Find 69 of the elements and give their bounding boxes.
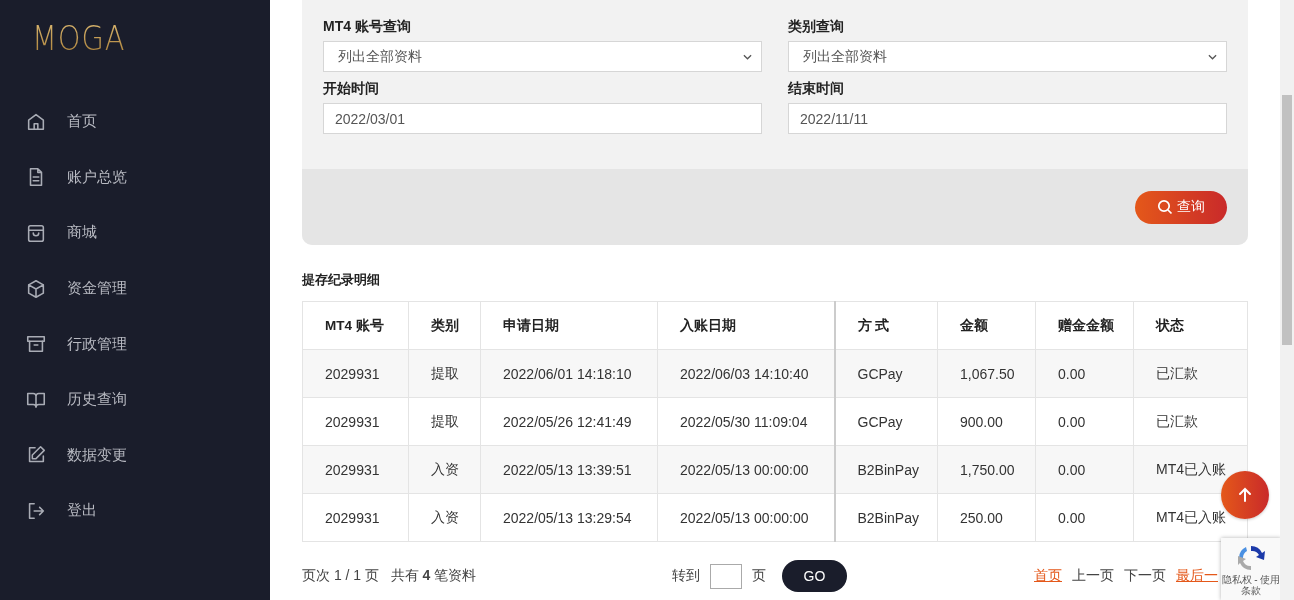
table-cell: 0.00 [1035,493,1134,542]
bag-icon [25,222,47,244]
table-cell: 提取 [408,349,481,398]
caret-icon [1208,53,1217,60]
table-cell: 0.00 [1035,397,1134,446]
table-cell: 已汇款 [1133,349,1248,398]
field-label: 类别查询 [788,18,845,36]
field-label: 结束时间 [788,80,845,98]
table-cell: 2022/05/13 13:39:51 [480,445,658,494]
column-header: 金额 [937,301,1036,350]
search-button[interactable]: 查询 [1135,190,1227,224]
table-cell: 900.00 [937,397,1036,446]
table-cell: 2022/06/01 14:18:10 [480,349,658,398]
table-title: 提存纪录明细 [302,271,381,289]
recaptcha-links[interactable]: 隐私权 - 使用条款 [1221,574,1281,596]
table-cell: 2029931 [302,397,409,446]
column-header: 类别 [408,301,481,350]
table-cell: 入资 [408,445,481,494]
scrollbar-thumb[interactable] [1282,95,1292,345]
select-field[interactable]: 列出全部资料 [323,41,762,72]
scrollbar[interactable] [1280,0,1294,600]
sidebar-item[interactable]: 商城 [0,205,270,261]
page-unit: 页 [752,567,766,585]
table-cell: GCPay [834,349,938,398]
sidebar-item[interactable]: 账户总览 [0,149,270,206]
column-header: 赠金金额 [1035,301,1134,350]
page-link[interactable]: 最后一 [1176,567,1218,585]
table-cell: 1,750.00 [937,445,1036,494]
field-label: MT4 账号查询 [323,18,412,36]
caret-icon [743,53,752,60]
sidebar-item[interactable]: 历史查询 [0,371,270,428]
sidebar-item[interactable]: 资金管理 [0,260,270,317]
sidebar-item[interactable]: 首页 [0,94,270,150]
table-cell: 入资 [408,493,481,542]
page-summary: 页次 1 / 1 页 共有 4 笔资料 [302,567,478,585]
table-cell: 2022/05/26 12:41:49 [480,397,658,446]
column-header: 状态 [1133,301,1248,350]
table-cell: 2022/06/03 14:10:40 [657,349,835,398]
date-field[interactable]: 2022/03/01 [323,103,762,134]
table-cell: 1,067.50 [937,349,1036,398]
page-link[interactable]: 上一页 [1072,567,1114,585]
select-field[interactable]: 列出全部资料 [788,41,1227,72]
table-cell: B2BinPay [834,493,938,542]
go-button[interactable]: GO [782,560,847,592]
table-cell: 提取 [408,397,481,446]
sidebar-item[interactable]: 行政管理 [0,316,270,372]
page-input[interactable] [710,563,742,589]
goto-label: 转到 [672,567,700,585]
column-header: 入账日期 [657,301,835,350]
field-label: 开始时间 [323,80,380,98]
page-link[interactable]: 下一页 [1124,567,1166,585]
column-header: MT4 账号 [302,301,409,350]
sidebar-item[interactable]: 登出 [0,483,270,539]
table-cell: 0.00 [1035,349,1134,398]
table-cell: 2029931 [302,493,409,542]
table-cell: 2022/05/13 00:00:00 [657,445,835,494]
table-cell: 2029931 [302,445,409,494]
table-cell: 250.00 [937,493,1036,542]
table-cell: B2BinPay [834,445,938,494]
date-field[interactable]: 2022/11/11 [788,103,1227,134]
table-cell: 已汇款 [1133,397,1248,446]
cube-icon [25,277,47,300]
sidebar-item[interactable]: 数据变更 [0,427,270,484]
table-cell: 2029931 [302,349,409,398]
table-cell: 2022/05/13 13:29:54 [480,493,658,542]
page-link[interactable]: 首页 [1034,567,1062,585]
table-cell: 0.00 [1035,445,1134,494]
column-header: 申请日期 [480,301,658,350]
search-icon [1157,199,1173,215]
